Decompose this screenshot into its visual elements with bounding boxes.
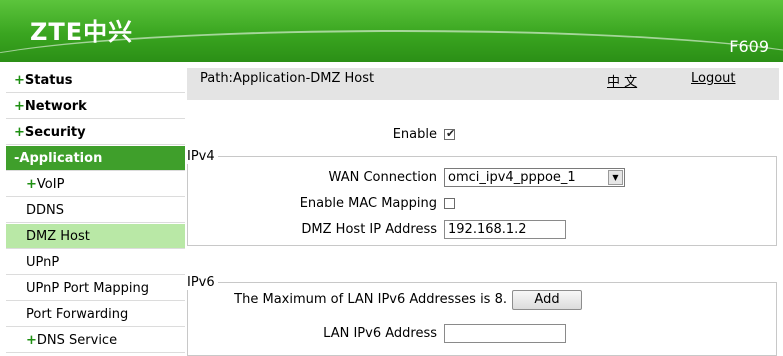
wan-connection-select[interactable]: omci_ipv4_pppoe_1 ▼ xyxy=(444,168,625,187)
sidebar-item-ddns[interactable]: DDNS xyxy=(6,198,185,223)
language-link[interactable]: 中 文 xyxy=(607,71,637,90)
dmz-host-ip-input[interactable]: 192.168.1.2 xyxy=(444,220,566,239)
sidebar-menu: +Status +Network +Security -Application … xyxy=(0,68,186,356)
expand-icon: + xyxy=(14,125,25,140)
main-content: Path:Application-DMZ Host 中 文 Logout Ena… xyxy=(187,68,783,356)
wan-connection-value: omci_ipv4_pppoe_1 xyxy=(448,170,576,185)
lan-ipv6-input[interactable] xyxy=(444,324,566,343)
sidebar-item-dns-service[interactable]: +DNS Service xyxy=(6,328,185,353)
dmz-host-ip-label: DMZ Host IP Address xyxy=(301,222,437,237)
sidebar-item-label: UPnP Port Mapping xyxy=(26,281,150,296)
sidebar-item-application[interactable]: -Application xyxy=(6,146,185,171)
sidebar-item-voip[interactable]: +VoIP xyxy=(6,172,185,197)
sidebar-item-dmz-host[interactable]: DMZ Host xyxy=(6,224,185,249)
sidebar-item-label: Port Forwarding xyxy=(26,307,129,322)
expand-icon: + xyxy=(26,177,37,192)
breadcrumb: Path:Application-DMZ Host xyxy=(200,71,375,86)
expand-icon: + xyxy=(14,99,25,114)
max-ipv6-text: The Maximum of LAN IPv6 Addresses is 8. xyxy=(234,292,507,307)
logout-link[interactable]: Logout xyxy=(691,71,736,86)
sidebar-item-label: UPnP xyxy=(26,255,60,270)
sidebar-item-security[interactable]: +Security xyxy=(6,120,185,145)
lan-ipv6-label: LAN IPv6 Address xyxy=(323,326,437,341)
sidebar-item-label: VoIP xyxy=(36,177,65,192)
chevron-down-icon[interactable]: ▼ xyxy=(608,170,623,185)
zte-logo: ZTE中兴 xyxy=(30,18,134,46)
dmz-host-ip-value: 192.168.1.2 xyxy=(448,222,527,237)
sidebar-item-label: Application xyxy=(19,151,103,166)
mac-mapping-checkbox[interactable] xyxy=(444,198,455,209)
sidebar-item-upnp-port-mapping[interactable]: UPnP Port Mapping xyxy=(6,276,185,301)
enable-label: Enable xyxy=(392,127,437,142)
enable-checkbox[interactable]: ✔ xyxy=(444,127,456,140)
add-button[interactable]: Add xyxy=(512,290,582,310)
model-name: F609 xyxy=(729,37,769,56)
checkmark-icon: ✔ xyxy=(446,127,456,140)
sidebar-item-status[interactable]: +Status xyxy=(6,68,185,93)
ipv6-legend: IPv6 xyxy=(187,275,218,290)
sidebar-item-label: DDNS xyxy=(26,203,64,218)
expand-icon: + xyxy=(26,333,37,348)
path-bar: Path:Application-DMZ Host 中 文 Logout xyxy=(187,68,779,100)
sidebar-item-label: DNS Service xyxy=(36,333,118,348)
wan-connection-label: WAN Connection xyxy=(328,170,437,185)
sidebar-item-label: DMZ Host xyxy=(26,229,90,244)
ipv4-legend: IPv4 xyxy=(187,149,218,164)
sidebar-item-network[interactable]: +Network xyxy=(6,94,185,119)
sidebar-item-label: Status xyxy=(24,73,73,88)
sidebar-item-port-forwarding[interactable]: Port Forwarding xyxy=(6,302,185,327)
sidebar-item-upnp[interactable]: UPnP xyxy=(6,250,185,275)
header-banner: ZTE中兴 F609 xyxy=(0,0,783,62)
sidebar-item-label: Security xyxy=(24,125,86,140)
mac-mapping-label: Enable MAC Mapping xyxy=(299,196,437,211)
expand-icon: + xyxy=(14,73,25,88)
sidebar-item-label: Network xyxy=(24,99,87,114)
